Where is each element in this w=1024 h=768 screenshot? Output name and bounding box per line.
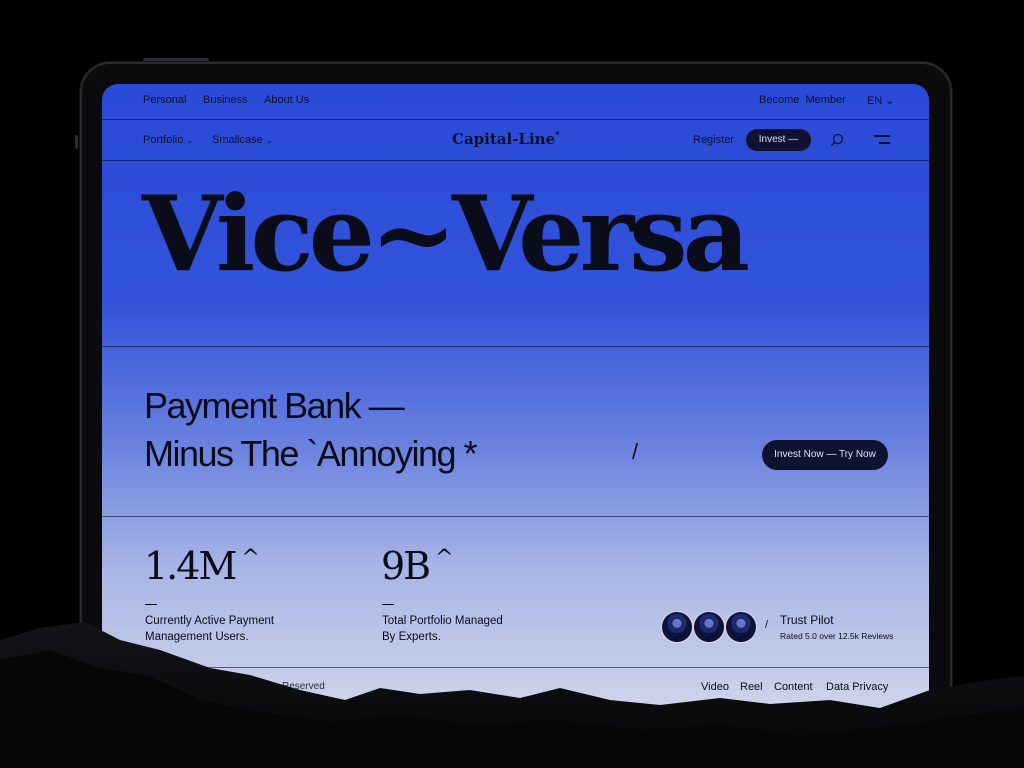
footer-link-reel[interactable]: Reel <box>740 681 763 693</box>
nav-business[interactable]: Business <box>203 94 248 106</box>
chevron-down-icon: ⌄ <box>186 136 194 145</box>
section-divider <box>102 346 929 347</box>
language-selector[interactable]: EN ⌄ <box>867 94 895 107</box>
trust-separator: / <box>765 619 769 631</box>
main-navbar: Portfolio ⌄ Smallcase ⌄ Capital-Line* Regi… <box>102 120 929 161</box>
footer-link-content[interactable]: Content <box>774 681 813 693</box>
stat-portfolio-label: Total Portfolio Managed By Experts. <box>382 613 503 645</box>
tablet-side-button <box>75 135 78 149</box>
hamburger-menu-icon[interactable] <box>874 135 890 145</box>
smallcase-dropdown[interactable]: Smallcase ⌄ <box>212 134 272 146</box>
avatar <box>694 612 724 642</box>
tablet-top-button <box>143 58 209 61</box>
become-member-link[interactable]: Become Member <box>759 94 846 106</box>
caret-up-icon: ^ <box>241 546 260 572</box>
caret-up-icon: ^ <box>435 546 454 572</box>
portfolio-label: Portfolio <box>143 134 184 146</box>
tagline-line-1: Payment Bank — <box>144 385 405 426</box>
stat-users-label-line-1: Currently Active Payment <box>145 615 275 627</box>
avatar <box>662 612 692 642</box>
top-utility-bar: Personal Business About Us Become Member… <box>102 84 929 120</box>
stat-portfolio-value: 9B ^ <box>381 544 454 588</box>
stat-users-label-line-2: Management Users. <box>145 631 249 643</box>
chevron-down-icon: ⌄ <box>265 136 273 145</box>
footer-copyright: Reserved <box>282 681 325 692</box>
logo-mark: * <box>555 131 560 141</box>
section-divider <box>102 516 929 517</box>
logo-text: Capital-Line <box>452 130 556 148</box>
portfolio-dropdown[interactable]: Portfolio ⌄ <box>143 134 193 146</box>
brand-logo[interactable]: Capital-Line* <box>452 130 560 148</box>
tagline-slash: / <box>632 439 639 464</box>
tagline-line-2: Minus The `Annoying * <box>144 433 478 474</box>
stat-dash <box>382 604 394 605</box>
invest-now-button[interactable]: Invest Now — Try Now <box>762 440 888 470</box>
tagline: Payment Bank — Minus The `Annoying * <box>144 382 478 478</box>
trust-rating: Rated 5.0 over 12.5k Reviews <box>780 631 894 641</box>
register-link[interactable]: Register <box>693 134 734 146</box>
section-divider <box>102 667 929 668</box>
stat-portfolio-number: 9B <box>381 544 431 588</box>
nav-personal[interactable]: Personal <box>143 94 186 106</box>
reviewer-avatars <box>662 612 762 644</box>
avatar <box>726 612 756 642</box>
chevron-down-icon: ⌄ <box>885 95 895 107</box>
stat-users-value: 1.4M ^ <box>144 544 260 588</box>
nav-about-us[interactable]: About Us <box>264 94 309 106</box>
website-screen: Personal Business About Us Become Member… <box>102 84 929 708</box>
stat-portfolio-label-line-1: Total Portfolio Managed <box>382 615 503 627</box>
hero-title: Vice~Versa <box>142 172 750 295</box>
footer-link-video[interactable]: Video <box>701 681 729 693</box>
search-icon[interactable] <box>830 133 844 147</box>
language-label: EN <box>867 95 883 107</box>
stat-portfolio-label-line-2: By Experts. <box>382 631 441 643</box>
stat-users-number: 1.4M <box>144 544 237 588</box>
smallcase-label: Smallcase <box>212 134 263 146</box>
stat-users-label: Currently Active Payment Management User… <box>145 613 274 645</box>
invest-button[interactable]: Invest — <box>746 129 811 151</box>
trust-pilot-title[interactable]: Trust Pilot <box>780 613 834 627</box>
stat-dash <box>145 604 157 605</box>
footer-link-data-privacy[interactable]: Data Privacy <box>826 681 888 693</box>
